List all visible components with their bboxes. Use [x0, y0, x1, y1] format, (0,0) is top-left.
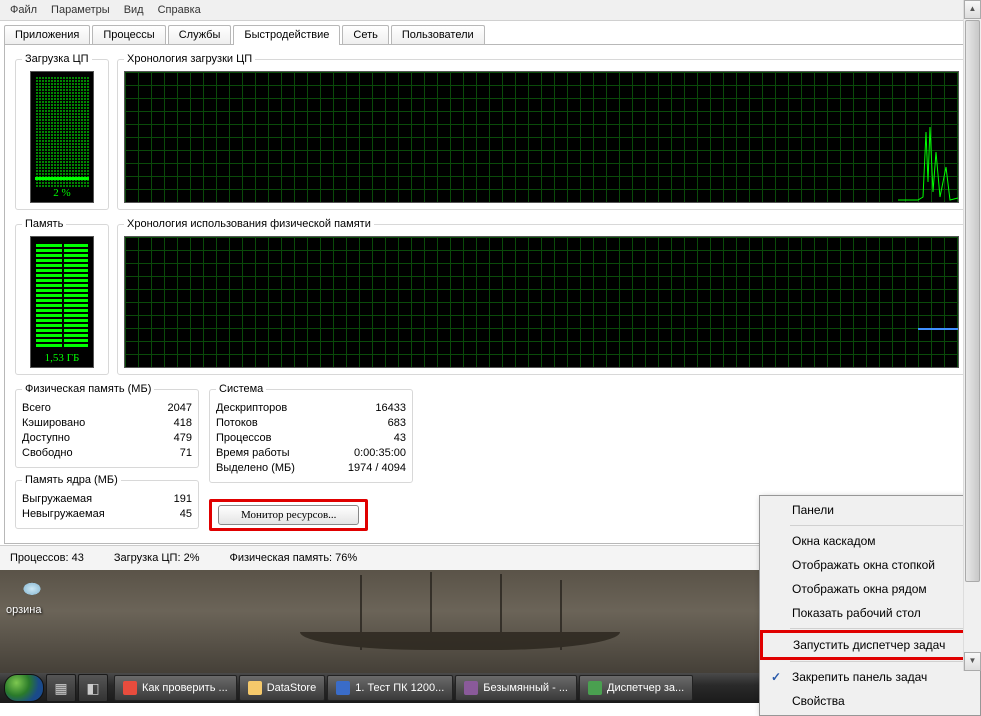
tab-svcs[interactable]: Службы: [168, 25, 232, 45]
mem-value: 1,53 ГБ: [31, 352, 93, 364]
cpu-history-chart: [124, 71, 959, 203]
tab-procs[interactable]: Процессы: [92, 25, 165, 45]
stat-row: Кэшировано418: [22, 416, 192, 431]
menu-params[interactable]: Параметры: [51, 4, 110, 16]
cpu-meter-title: Загрузка ЦП: [22, 53, 92, 65]
cpu-history-group: Хронология загрузки ЦП: [117, 53, 966, 210]
mem-history-group: Хронология использования физической памя…: [117, 218, 966, 375]
ctx-lock-taskbar[interactable]: Закрепить панель задач: [762, 665, 978, 689]
mem-meter-title: Память: [22, 218, 66, 230]
stat-row: Всего2047: [22, 401, 192, 416]
system-title: Система: [216, 383, 266, 395]
mem-hist-title: Хронология использования физической памя…: [124, 218, 374, 230]
taskbar-button[interactable]: Диспетчер за...: [579, 675, 693, 701]
resource-monitor-button[interactable]: Монитор ресурсов...: [218, 505, 359, 525]
scroll-down-button[interactable]: ▼: [964, 652, 981, 671]
menu-help[interactable]: Справка: [158, 4, 201, 16]
recycle-bin-label: орзина: [6, 604, 42, 616]
mem-meter: 1,53 ГБ: [30, 236, 94, 368]
start-button[interactable]: [4, 674, 44, 702]
tab-perf[interactable]: Быстродействие: [233, 25, 340, 45]
pin-explorer-icon[interactable]: ▦: [46, 674, 76, 702]
status-procs: Процессов: 43: [10, 552, 84, 564]
kernel-mem-group: Память ядра (МБ) Выгружаемая191Невыгружа…: [15, 474, 199, 529]
ctx-stack[interactable]: Отображать окна стопкой: [762, 553, 978, 577]
ctx-panels[interactable]: Панели: [762, 498, 978, 522]
cpu-value: 2 %: [31, 187, 93, 199]
ctx-desktop[interactable]: Показать рабочий стол: [762, 601, 978, 625]
phys-mem-title: Физическая память (МБ): [22, 383, 154, 395]
tab-net[interactable]: Сеть: [342, 25, 388, 45]
tab-apps[interactable]: Приложения: [4, 25, 90, 45]
stat-row: Выделено (МБ)1974 / 4094: [216, 461, 406, 476]
stat-row: Невыгружаемая45: [22, 507, 192, 522]
scroll-up-button[interactable]: ▲: [964, 0, 981, 19]
menu-view[interactable]: Вид: [124, 4, 144, 16]
stat-row: Дескрипторов16433: [216, 401, 406, 416]
ctx-cascade[interactable]: Окна каскадом: [762, 529, 978, 553]
scroll-thumb[interactable]: [965, 20, 980, 582]
stat-row: Потоков683: [216, 416, 406, 431]
cpu-meter: 2 %: [30, 71, 94, 203]
taskbar-button[interactable]: Безымянный - ...: [455, 675, 577, 701]
kernel-mem-title: Память ядра (МБ): [22, 474, 121, 486]
status-cpu: Загрузка ЦП: 2%: [114, 552, 200, 564]
pin-app-icon[interactable]: ◧: [78, 674, 108, 702]
scrollbar-vertical[interactable]: ▲ ▼: [963, 0, 981, 671]
system-group: Система Дескрипторов16433Потоков683Проце…: [209, 383, 413, 483]
phys-mem-group: Физическая память (МБ) Всего2047Кэширова…: [15, 383, 199, 468]
taskbar-button[interactable]: DataStore: [239, 675, 326, 701]
cpu-hist-title: Хронология загрузки ЦП: [124, 53, 255, 65]
taskbar-context-menu: Панели Окна каскадом Отображать окна сто…: [759, 495, 981, 716]
mem-history-chart: [124, 236, 959, 368]
ctx-side[interactable]: Отображать окна рядом: [762, 577, 978, 601]
taskbar-button[interactable]: 1. Тест ПК 1200...: [327, 675, 453, 701]
ctx-properties[interactable]: Свойства: [762, 689, 978, 713]
stat-row: Свободно71: [22, 446, 192, 461]
stat-row: Выгружаемая191: [22, 492, 192, 507]
stat-row: Процессов43: [216, 431, 406, 446]
stat-row: Доступно479: [22, 431, 192, 446]
stat-row: Время работы0:00:35:00: [216, 446, 406, 461]
taskbar-button[interactable]: Как проверить ...: [114, 675, 237, 701]
status-mem: Физическая память: 76%: [229, 552, 357, 564]
tab-users[interactable]: Пользователи: [391, 25, 485, 45]
cpu-meter-group: Загрузка ЦП 2 %: [15, 53, 109, 210]
mem-meter-group: Память 1,53 ГБ: [15, 218, 109, 375]
ctx-taskmgr[interactable]: Запустить диспетчер задач: [763, 633, 977, 657]
highlight-frame: Монитор ресурсов...: [209, 499, 368, 531]
menu-file[interactable]: Файл: [10, 4, 37, 16]
